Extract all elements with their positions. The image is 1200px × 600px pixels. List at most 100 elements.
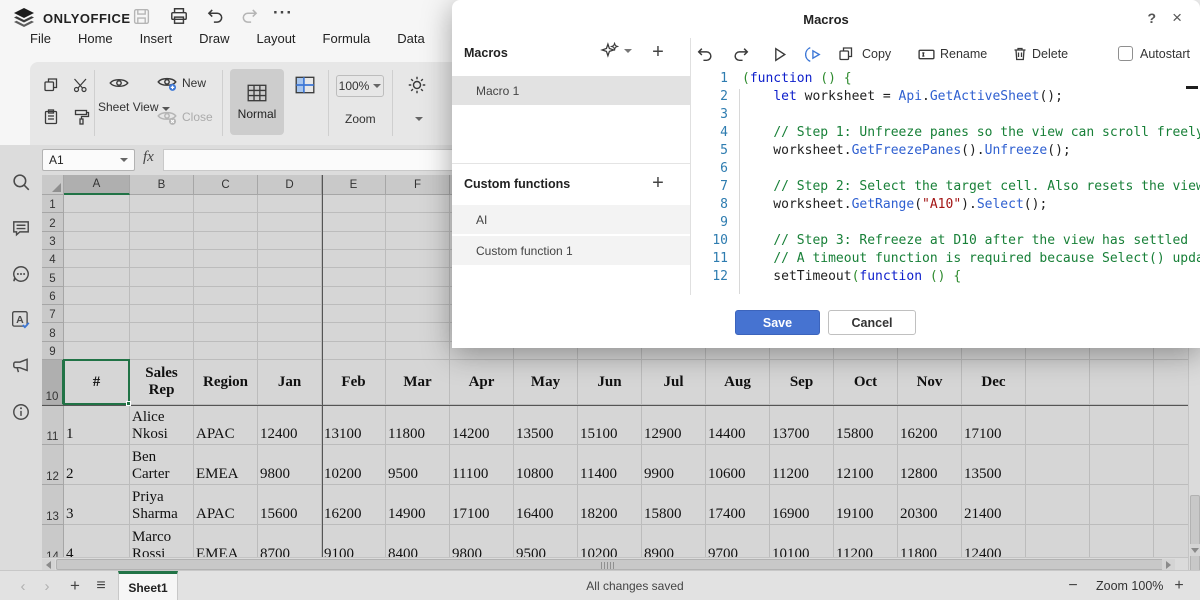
cell-O12[interactable]: 13500 bbox=[962, 445, 1026, 485]
cell-C4[interactable] bbox=[194, 250, 258, 268]
zoom-level[interactable]: Zoom 100% bbox=[1096, 571, 1163, 600]
cell-B9[interactable] bbox=[130, 342, 194, 360]
cell-J10[interactable]: Jul bbox=[642, 360, 706, 405]
menu-tab-file[interactable]: File bbox=[30, 31, 51, 53]
menu-tab-formula[interactable]: Formula bbox=[323, 31, 371, 53]
cell-I10[interactable]: Jun bbox=[578, 360, 642, 405]
cell-K12[interactable]: 10600 bbox=[706, 445, 770, 485]
cell-Q13[interactable] bbox=[1090, 485, 1154, 525]
cell-C10[interactable]: Region bbox=[194, 360, 258, 405]
row-header-12[interactable]: 12 bbox=[42, 445, 64, 485]
cell-L14[interactable]: 10100 bbox=[770, 525, 834, 557]
cell-Q10[interactable] bbox=[1090, 360, 1154, 405]
cell-D4[interactable] bbox=[258, 250, 322, 268]
cell-D7[interactable] bbox=[258, 305, 322, 323]
cell-F12[interactable]: 9500 bbox=[386, 445, 450, 485]
cell-B14[interactable]: Marco Rossi bbox=[130, 525, 194, 557]
cell-F2[interactable] bbox=[386, 213, 450, 231]
custom-function-item-1[interactable]: AI bbox=[452, 205, 690, 234]
macro-redo-icon[interactable] bbox=[729, 42, 753, 66]
cell-E7[interactable] bbox=[322, 305, 386, 323]
cell-E1[interactable] bbox=[322, 195, 386, 213]
close-icon[interactable]: × bbox=[1172, 8, 1182, 28]
menu-tab-data[interactable]: Data bbox=[397, 31, 424, 53]
cell-Q12[interactable] bbox=[1090, 445, 1154, 485]
cell-N10[interactable]: Nov bbox=[898, 360, 962, 405]
row-header-8[interactable]: 8 bbox=[42, 323, 64, 341]
cell-A11[interactable]: 1 bbox=[64, 405, 130, 445]
cell-H14[interactable]: 9500 bbox=[514, 525, 578, 557]
cell-B5[interactable] bbox=[130, 268, 194, 286]
cell-E14[interactable]: 9100 bbox=[322, 525, 386, 557]
cell-H10[interactable]: May bbox=[514, 360, 578, 405]
menu-tab-insert[interactable]: Insert bbox=[140, 31, 173, 53]
run-all-macro-icon[interactable] bbox=[802, 42, 826, 66]
cut-icon[interactable] bbox=[68, 72, 94, 98]
cell-K13[interactable]: 17400 bbox=[706, 485, 770, 525]
cell-B6[interactable] bbox=[130, 287, 194, 305]
freeze-panes-icon[interactable] bbox=[292, 72, 318, 98]
custom-function-item-2[interactable]: Custom function 1 bbox=[452, 236, 690, 265]
cell-P11[interactable] bbox=[1026, 405, 1090, 445]
col-header-D[interactable]: D bbox=[258, 175, 322, 195]
cell-F5[interactable] bbox=[386, 268, 450, 286]
cell-F10[interactable]: Mar bbox=[386, 360, 450, 405]
cell-L12[interactable]: 11200 bbox=[770, 445, 834, 485]
cell-E2[interactable] bbox=[322, 213, 386, 231]
cell-D11[interactable]: 12400 bbox=[258, 405, 322, 445]
cell-D1[interactable] bbox=[258, 195, 322, 213]
add-macro-button[interactable]: + bbox=[646, 40, 670, 64]
cell-D10[interactable]: Jan bbox=[258, 360, 322, 405]
row-header-7[interactable]: 7 bbox=[42, 305, 64, 323]
cell-Q14[interactable] bbox=[1090, 525, 1154, 557]
cell-F6[interactable] bbox=[386, 287, 450, 305]
cell-A4[interactable] bbox=[64, 250, 130, 268]
cell-A6[interactable] bbox=[64, 287, 130, 305]
horizontal-scroll-thumb[interactable] bbox=[56, 559, 1172, 570]
menu-tab-layout[interactable]: Layout bbox=[257, 31, 296, 53]
interface-theme-icon[interactable] bbox=[404, 72, 430, 98]
format-painter-icon[interactable] bbox=[68, 104, 94, 130]
copy-icon[interactable] bbox=[38, 72, 64, 98]
cell-B1[interactable] bbox=[130, 195, 194, 213]
cell-J13[interactable]: 15800 bbox=[642, 485, 706, 525]
autostart-checkbox[interactable] bbox=[1118, 46, 1133, 61]
row-header-4[interactable]: 4 bbox=[42, 250, 64, 268]
cell-O10[interactable]: Dec bbox=[962, 360, 1026, 405]
save-button[interactable]: Save bbox=[735, 310, 820, 335]
cell-C11[interactable]: APAC bbox=[194, 405, 258, 445]
copy-macro-icon[interactable] bbox=[834, 42, 858, 66]
cell-E13[interactable]: 16200 bbox=[322, 485, 386, 525]
horizontal-scrollbar[interactable] bbox=[42, 557, 1188, 570]
cell-R14[interactable] bbox=[1154, 525, 1188, 557]
row-header-3[interactable]: 3 bbox=[42, 232, 64, 250]
cell-R12[interactable] bbox=[1154, 445, 1188, 485]
cell-B2[interactable] bbox=[130, 213, 194, 231]
cell-F13[interactable]: 14900 bbox=[386, 485, 450, 525]
paste-icon[interactable] bbox=[38, 104, 64, 130]
cell-A10[interactable]: # bbox=[64, 360, 130, 405]
cell-G12[interactable]: 11100 bbox=[450, 445, 514, 485]
cell-M11[interactable]: 15800 bbox=[834, 405, 898, 445]
row-header-6[interactable]: 6 bbox=[42, 287, 64, 305]
cell-A9[interactable] bbox=[64, 342, 130, 360]
select-all-corner[interactable] bbox=[42, 175, 64, 195]
cell-F3[interactable] bbox=[386, 232, 450, 250]
cell-C2[interactable] bbox=[194, 213, 258, 231]
cell-A2[interactable] bbox=[64, 213, 130, 231]
row-header-2[interactable]: 2 bbox=[42, 213, 64, 231]
redo-icon[interactable] bbox=[239, 5, 261, 27]
cell-D5[interactable] bbox=[258, 268, 322, 286]
row-header-5[interactable]: 5 bbox=[42, 268, 64, 286]
cell-I14[interactable]: 10200 bbox=[578, 525, 642, 557]
cell-D9[interactable] bbox=[258, 342, 322, 360]
cell-I12[interactable]: 11400 bbox=[578, 445, 642, 485]
close-sheet-view-icon[interactable] bbox=[154, 104, 180, 130]
col-header-A[interactable]: A bbox=[64, 175, 130, 195]
cell-P12[interactable] bbox=[1026, 445, 1090, 485]
cell-D12[interactable]: 9800 bbox=[258, 445, 322, 485]
cell-J14[interactable]: 8900 bbox=[642, 525, 706, 557]
macro-item-1[interactable]: Macro 1 bbox=[452, 76, 690, 105]
cell-F8[interactable] bbox=[386, 323, 450, 341]
row-header-10[interactable]: 10 bbox=[42, 360, 64, 405]
